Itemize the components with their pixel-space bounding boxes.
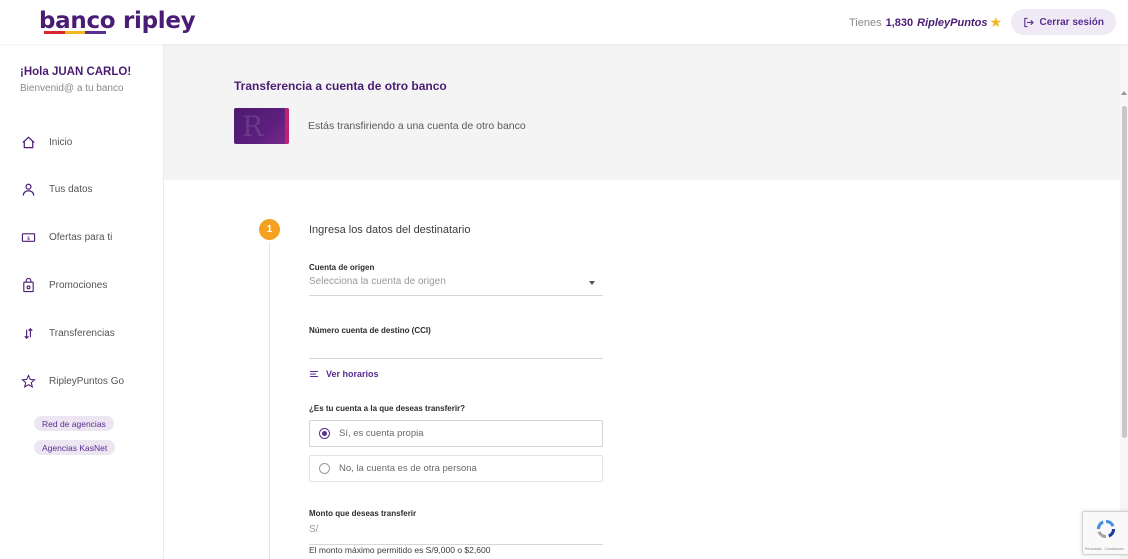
logout-icon [1023,17,1034,27]
ripley-puntos-logo: RipleyPuntos [917,17,987,29]
sidebar-item-inicio[interactable]: Inicio [20,132,72,152]
own-account-no-label: No, la cuenta es de otra persona [339,463,477,474]
destination-account-input[interactable] [309,339,603,359]
origin-account-select[interactable]: Selecciona la cuenta de origen [309,276,603,296]
own-account-yes-option[interactable]: Sí, es cuenta propia [309,420,603,447]
transfer-icon [20,325,36,341]
sidebar-item-label: Promociones [49,279,108,291]
scroll-up-arrow-icon[interactable] [1121,91,1127,95]
step-title: Ingresa los datos del destinatario [309,224,471,236]
radio-unselected-icon[interactable] [319,463,330,474]
own-account-question: ¿Es tu cuenta a la que deseas transferir… [309,404,466,413]
destination-account-label: Número cuenta de destino (CCI) [309,326,431,335]
schedule-link-label: Ver horarios [326,369,379,379]
amount-input[interactable]: S/ [309,524,603,545]
agencias-kasnet-button[interactable]: Agencias KasNet [34,440,116,455]
account-card-image: R [234,108,289,144]
radio-selected-icon[interactable] [319,428,330,439]
page-title: Transferencia a cuenta de otro banco [234,79,447,93]
list-icon [310,370,318,378]
sidebar-item-promociones[interactable]: Promociones [20,275,107,295]
go-star-icon: ★ [989,14,1002,30]
sidebar-item-label: Transferencias [49,327,115,339]
recaptcha-icon [1096,519,1116,539]
own-account-no-option[interactable]: No, la cuenta es de otra persona [309,455,603,482]
user-icon [20,181,36,197]
sidebar-item-label: Ofertas para ti [49,231,113,243]
origin-account-label: Cuenta de origen [309,263,375,272]
card-edge-stripe [285,108,289,144]
top-header: banco ripley Tienes 1,830 RipleyPuntos ★… [0,0,1128,44]
greeting: ¡Hola JUAN CARLO! [20,66,132,78]
page-subtitle: Estás transfiriendo a una cuenta de otro… [308,120,526,132]
sidebar-item-ofertas[interactable]: $ Ofertas para ti [20,227,112,247]
home-icon [20,134,36,150]
transfer-header-band: Transferencia a cuenta de otro banco R E… [164,44,1128,180]
amount-hint: El monto máximo permitido es S/9,000 o $… [309,545,491,555]
red-de-agencias-button[interactable]: Red de agencias [34,416,114,431]
sidebar-item-transferencias[interactable]: Transferencias [20,323,115,343]
sidebar-item-label: Inicio [49,136,73,148]
recaptcha-badge[interactable]: Privacidad - Condiciones [1082,511,1128,555]
logo-color-bar [44,31,107,34]
step-connector-line [269,242,270,559]
page: banco ripley Tienes 1,830 RipleyPuntos ★… [0,0,1128,559]
sidebar-item-ripleypuntos-go[interactable]: RipleyPuntos Go [20,371,124,391]
svg-text:$: $ [26,235,30,241]
sidebar-item-label: RipleyPuntos Go [49,375,125,387]
star-icon [20,373,36,389]
scrollbar[interactable] [1120,44,1128,559]
money-icon: $ [20,229,36,245]
step-number-badge: 1 [259,219,280,240]
chevron-down-icon [589,281,595,285]
sidebar: ¡Hola JUAN CARLO! Bienvenid@ a tu banco … [0,44,164,559]
points-summary: Tienes 1,830 RipleyPuntos ★ GO [849,14,1002,31]
card-r-watermark: R [242,110,264,143]
points-value: 1,830 [885,16,914,29]
ripley-puntos-brand-b: Puntos [950,16,988,29]
recaptcha-footer[interactable]: Privacidad - Condiciones [1085,547,1124,551]
schedule-link[interactable]: Ver horarios [309,369,379,379]
points-prefix: Tienes [849,16,882,29]
amount-label: Monto que deseas transferir [309,509,417,518]
bag-icon [20,277,36,293]
ripley-puntos-brand-a: Ripley [917,16,951,29]
currency-prefix: S/ [309,524,319,535]
welcome-text: Bienvenid@ a tu banco [20,83,124,94]
sidebar-item-tus-datos[interactable]: Tus datos [20,179,93,199]
logout-button[interactable]: Cerrar sesión [1010,9,1116,35]
own-account-yes-label: Sí, es cuenta propia [339,428,424,439]
sidebar-item-label: Tus datos [49,183,93,195]
scrollbar-thumb[interactable] [1122,106,1127,438]
logout-label: Cerrar sesión [1039,16,1104,28]
origin-account-placeholder: Selecciona la cuenta de origen [309,276,446,287]
